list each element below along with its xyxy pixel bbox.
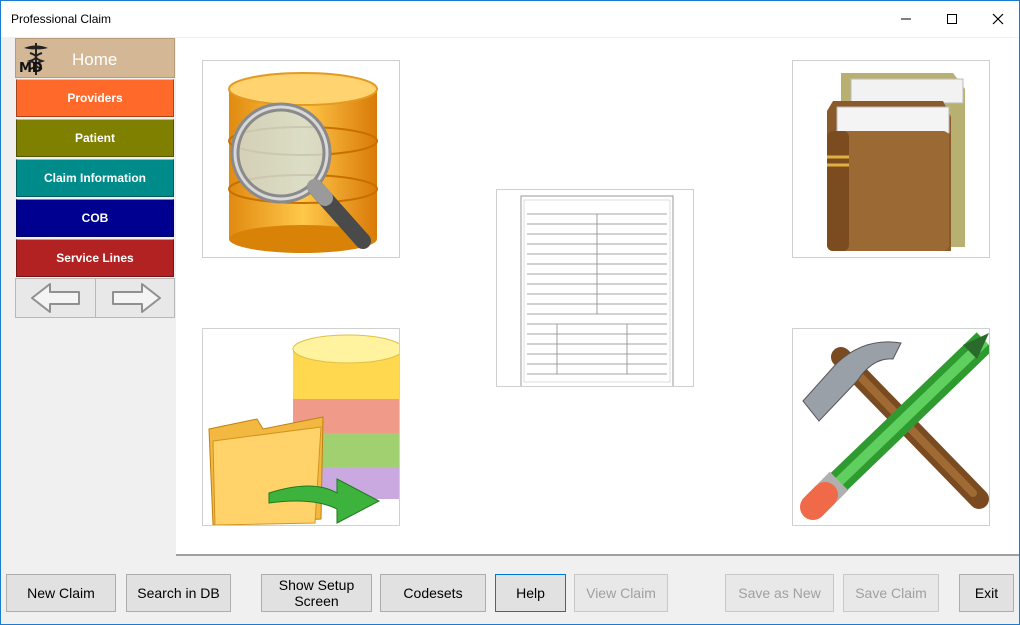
sidebar-item-label: Patient [74, 131, 115, 145]
sidebar: MD Home Providers Patient Claim Informat… [15, 38, 175, 556]
search-db-button[interactable]: Search in DB [126, 574, 231, 612]
codesets-button[interactable]: Codesets [380, 574, 486, 612]
database-search-icon [228, 72, 378, 253]
show-setup-label-line1: Show Setup [278, 577, 355, 593]
view-claim-button[interactable]: View Claim [574, 574, 668, 612]
sidebar-item-label: COB [81, 211, 109, 225]
minimize-icon [901, 18, 911, 20]
tile-claim-form[interactable] [496, 189, 694, 387]
database-import-icon [208, 334, 399, 525]
tile-database-search[interactable] [202, 60, 400, 258]
home-label: Home [72, 50, 118, 69]
sidebar-item-claim-information[interactable]: Claim Information [16, 159, 174, 197]
maximize-button[interactable] [929, 1, 975, 37]
sidebar-item-label: Providers [67, 91, 123, 105]
navigation-arrows [15, 278, 175, 318]
books-icon [827, 73, 965, 251]
sidebar-item-patient[interactable]: Patient [16, 119, 174, 157]
window-title: Professional Claim [11, 12, 112, 26]
show-setup-screen-button[interactable]: Show Setup Screen [261, 574, 372, 612]
app-window: Professional Claim MD Home Providers Pat… [0, 0, 1020, 625]
show-setup-label-line2: Screen [294, 593, 339, 609]
maximize-icon [947, 14, 957, 24]
claim-form-icon [520, 195, 674, 386]
tile-tools[interactable] [792, 328, 990, 526]
medical-caduceus-logo-icon: MD [19, 43, 48, 76]
arrow-left-icon [30, 283, 80, 313]
next-button[interactable] [96, 279, 175, 317]
svg-text:MD: MD [19, 61, 43, 76]
new-claim-button[interactable]: New Claim [6, 574, 116, 612]
sidebar-item-label: Claim Information [43, 171, 146, 185]
close-icon [992, 13, 1004, 25]
minimize-button[interactable] [883, 1, 929, 37]
save-as-new-button[interactable]: Save as New [725, 574, 834, 612]
close-button[interactable] [975, 1, 1020, 37]
exit-button[interactable]: Exit [959, 574, 1014, 612]
sidebar-item-label: Service Lines [56, 251, 134, 265]
home-button[interactable]: MD Home [15, 38, 175, 78]
sidebar-item-service-lines[interactable]: Service Lines [16, 239, 174, 277]
title-bar: Professional Claim [1, 1, 1019, 37]
tools-icon [800, 332, 989, 520]
main-panel [176, 38, 1019, 556]
arrow-right-icon [111, 283, 161, 313]
previous-button[interactable] [16, 279, 96, 317]
tile-database-import[interactable] [202, 328, 400, 526]
help-button[interactable]: Help [495, 574, 566, 612]
sidebar-item-cob[interactable]: COB [16, 199, 174, 237]
save-claim-button[interactable]: Save Claim [843, 574, 939, 612]
tile-codebooks[interactable] [792, 60, 990, 258]
sidebar-item-providers[interactable]: Providers [16, 79, 174, 117]
